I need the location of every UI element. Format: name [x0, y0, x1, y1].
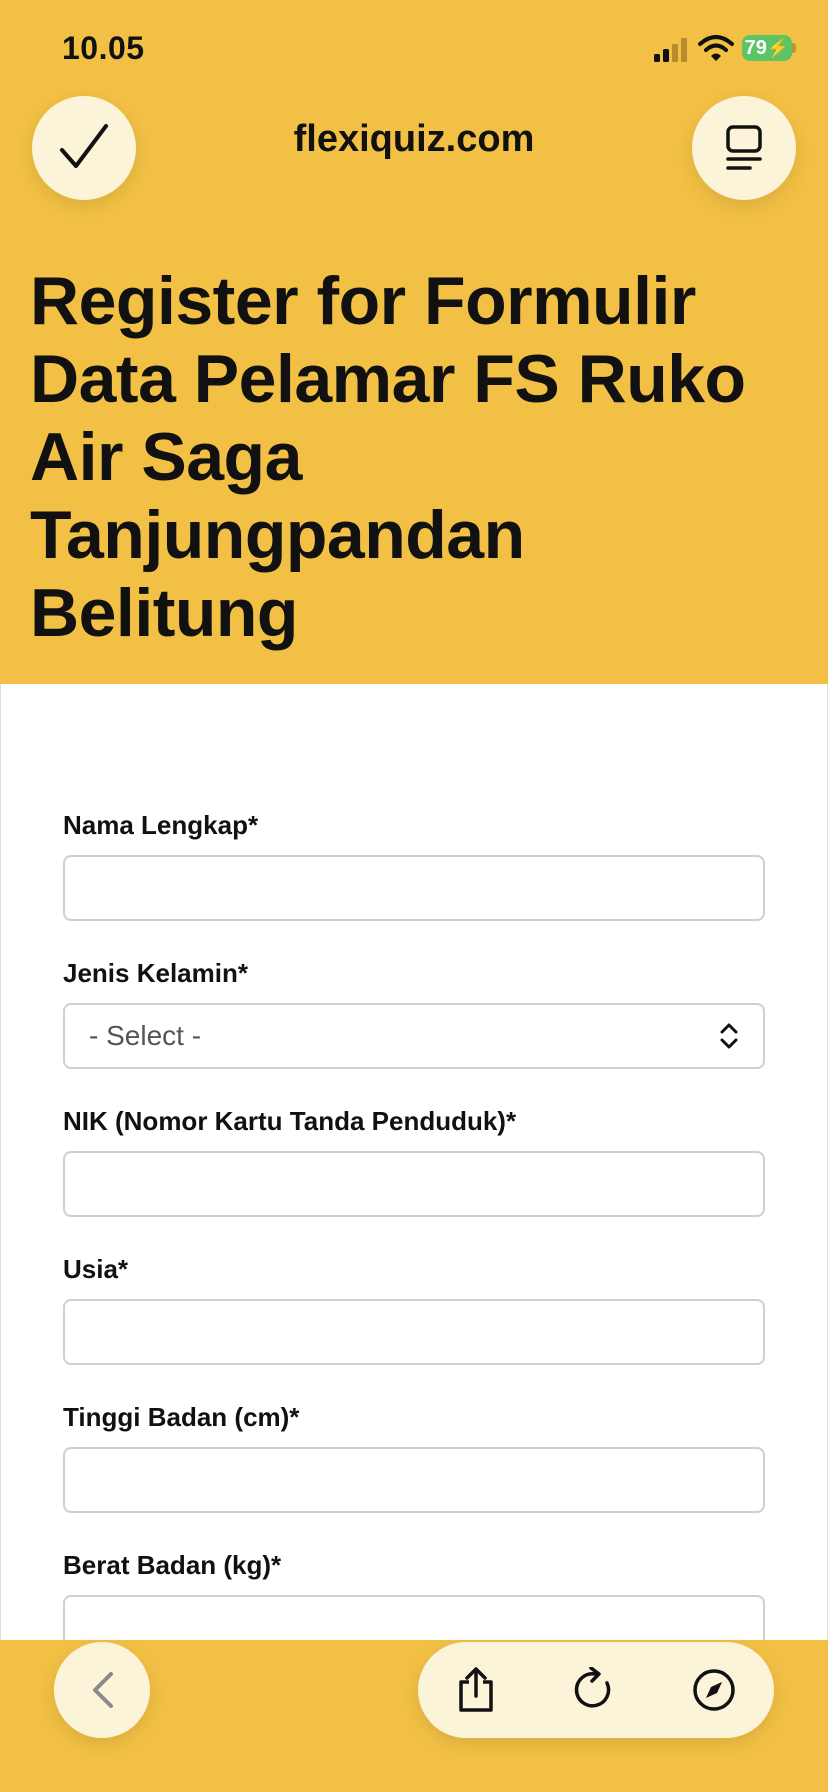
form-card: Nama Lengkap* Jenis Kelamin* - Select - …: [0, 684, 828, 1640]
tabs-icon: [726, 125, 762, 170]
back-button[interactable]: [54, 1642, 150, 1738]
share-button[interactable]: [448, 1662, 504, 1718]
label-usia: Usia*: [63, 1254, 129, 1284]
usia-input[interactable]: [63, 1299, 765, 1365]
reload-icon: [574, 1667, 611, 1708]
label-nama-lengkap: Nama Lengkap*: [63, 810, 259, 840]
label-tinggi-badan: Tinggi Badan (cm)*: [63, 1402, 300, 1432]
checkmark-icon: [60, 124, 108, 168]
done-button[interactable]: [32, 96, 136, 200]
back-icon: [93, 1672, 113, 1708]
battery-tip: [792, 43, 796, 53]
reload-button[interactable]: [566, 1662, 622, 1718]
nik-input[interactable]: [63, 1151, 765, 1217]
label-berat-badan: Berat Badan (kg)*: [63, 1550, 282, 1580]
label-nik: NIK (Nomor Kartu Tanda Penduduk)*: [63, 1106, 517, 1136]
select-value: - Select -: [89, 1020, 202, 1051]
page-title: Register for Formulir Data Pelamar FS Ru…: [30, 263, 746, 651]
status-time: 10.05: [62, 30, 145, 66]
jenis-kelamin-select[interactable]: - Select -: [63, 1003, 765, 1069]
chevron-updown-icon: [720, 1023, 738, 1049]
compass-icon: [693, 1669, 735, 1711]
compass-button[interactable]: [686, 1662, 742, 1718]
battery-icon: 79 ⚡: [742, 35, 792, 61]
share-icon: [459, 1667, 493, 1712]
url-label[interactable]: flexiquiz.com: [200, 118, 628, 161]
signal-icon: [654, 38, 687, 62]
berat-badan-input[interactable]: [63, 1595, 765, 1640]
tinggi-badan-input[interactable]: [63, 1447, 765, 1513]
nama-lengkap-input[interactable]: [63, 855, 765, 921]
wifi-icon: [698, 35, 734, 61]
status-bar: 10.05 79 ⚡: [0, 0, 828, 90]
action-pill: [418, 1642, 774, 1738]
label-jenis-kelamin: Jenis Kelamin*: [63, 958, 248, 988]
tabs-button[interactable]: [692, 96, 796, 200]
battery-level: 79: [744, 36, 767, 59]
